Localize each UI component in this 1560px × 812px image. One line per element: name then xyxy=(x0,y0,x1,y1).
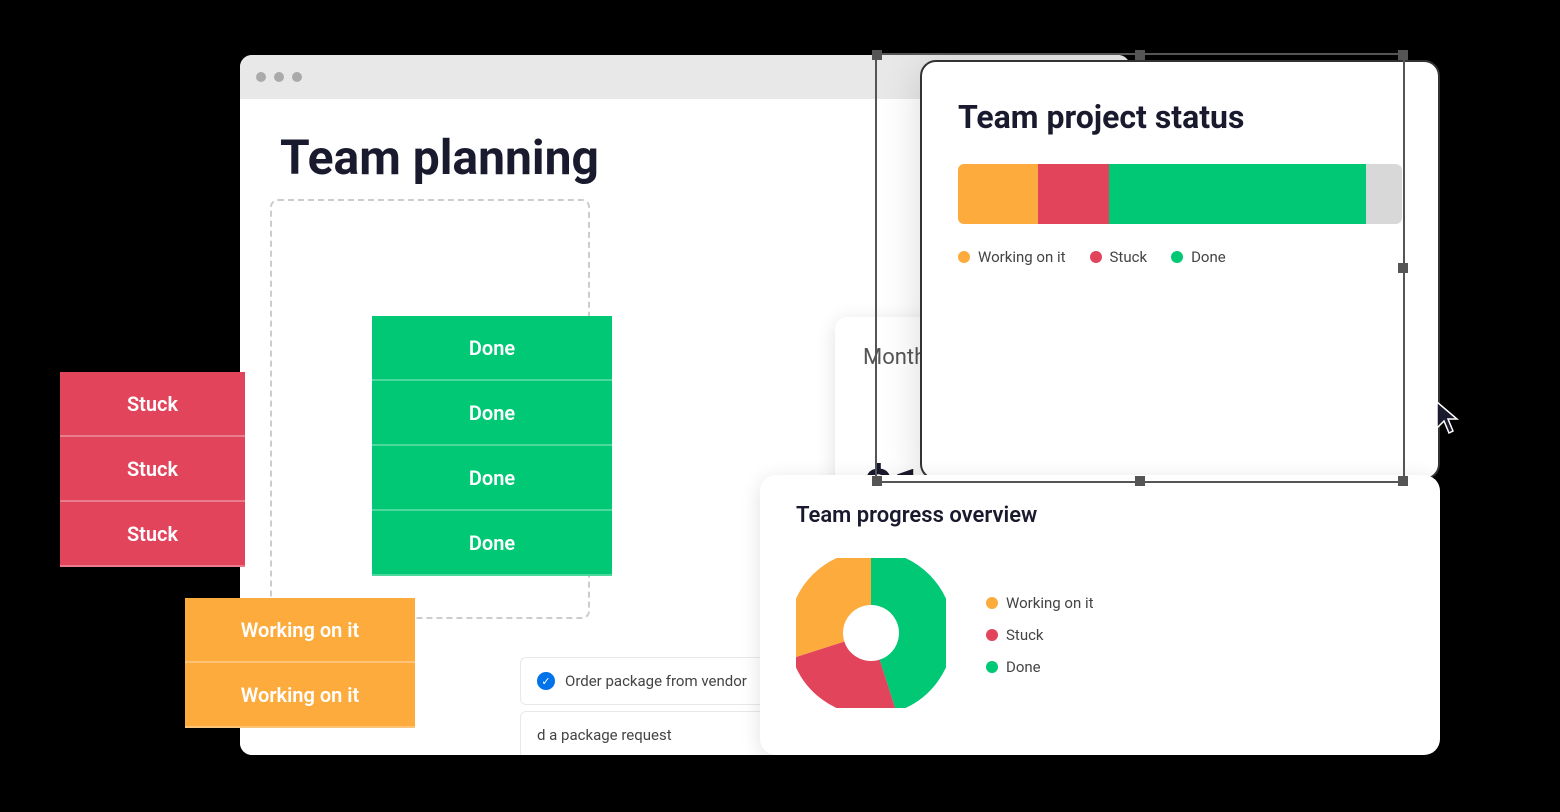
done-column: Done Done Done Done xyxy=(372,316,612,576)
overview-working-label: Working on it xyxy=(1006,594,1094,612)
overview-dot-done xyxy=(986,661,998,673)
project-status-title: Team project status xyxy=(958,98,1402,136)
working-cell-1: Working on it xyxy=(185,598,415,663)
overview-legend-working: Working on it xyxy=(986,594,1094,612)
project-status-panel: Team project status Working on it Stuck … xyxy=(920,60,1440,480)
task-label-2: d a package request xyxy=(537,726,672,744)
legend-working: Working on it xyxy=(958,248,1066,266)
bar-done xyxy=(1109,164,1367,224)
overview-dot-stuck xyxy=(986,629,998,641)
task-check-icon-1 xyxy=(537,672,555,690)
progress-legend: Working on it Stuck Done xyxy=(958,248,1402,266)
stuck-cell-3: Stuck xyxy=(60,502,245,567)
browser-dot-3 xyxy=(292,72,302,82)
browser-dot-2 xyxy=(274,72,284,82)
legend-stuck: Stuck xyxy=(1090,248,1148,266)
overview-done-label: Done xyxy=(1006,658,1041,676)
legend-working-label: Working on it xyxy=(978,248,1066,266)
stuck-cell-2: Stuck xyxy=(60,437,245,502)
selection-handle-tr xyxy=(1398,50,1408,60)
bar-working xyxy=(958,164,1038,224)
progress-overview-panel: Team progress overview Working on it Stu… xyxy=(760,475,1440,755)
done-cell-4: Done xyxy=(372,511,612,576)
working-column: Working on it Working on it xyxy=(185,598,415,728)
legend-dot-working xyxy=(958,251,970,263)
dashed-area: Done Done Done Done xyxy=(270,199,590,619)
progress-bar xyxy=(958,164,1402,224)
done-cell-1: Done xyxy=(372,316,612,381)
legend-done: Done xyxy=(1171,248,1226,266)
scene: Team planning Done Done Done Done Monthl… xyxy=(0,0,1560,812)
working-cell-2: Working on it xyxy=(185,663,415,728)
bar-empty xyxy=(1366,164,1402,224)
stuck-cell-1: Stuck xyxy=(60,372,245,437)
bar-stuck xyxy=(1038,164,1109,224)
selection-handle-top xyxy=(1135,50,1145,60)
pie-chart xyxy=(796,558,946,708)
legend-stuck-label: Stuck xyxy=(1110,248,1148,266)
overview-stuck-label: Stuck xyxy=(1006,626,1044,644)
legend-done-label: Done xyxy=(1191,248,1226,266)
overview-title: Team progress overview xyxy=(796,503,1037,528)
legend-dot-done xyxy=(1171,251,1183,263)
legend-dot-stuck xyxy=(1090,251,1102,263)
browser-dot-1 xyxy=(256,72,266,82)
done-cell-2: Done xyxy=(372,381,612,446)
pie-chart-container xyxy=(796,558,946,712)
overview-dot-working xyxy=(986,597,998,609)
cursor xyxy=(1435,400,1463,440)
overview-legend: Working on it Stuck Done xyxy=(986,594,1094,676)
task-label-1: Order package from vendor xyxy=(565,672,747,690)
overview-legend-done: Done xyxy=(986,658,1094,676)
done-cell-3: Done xyxy=(372,446,612,511)
stuck-column: Stuck Stuck Stuck xyxy=(60,372,245,567)
overview-legend-stuck: Stuck xyxy=(986,626,1094,644)
cursor-icon xyxy=(1435,400,1463,436)
